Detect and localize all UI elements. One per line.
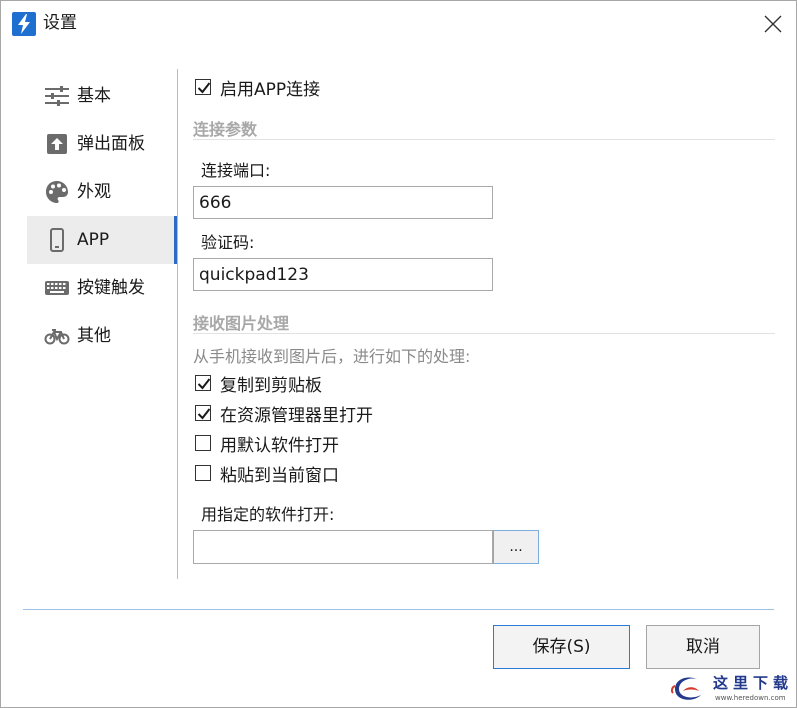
arrow-up-box-icon bbox=[47, 134, 67, 154]
specified-software-label: 用指定的软件打开: bbox=[201, 505, 335, 524]
watermark-url: www.heredown.com bbox=[715, 694, 786, 702]
footer-divider bbox=[23, 609, 774, 610]
checkmark-icon bbox=[197, 82, 211, 94]
sidebar-item-basic[interactable]: 基本 bbox=[27, 72, 177, 120]
watermark-text: 这里下载 bbox=[713, 674, 794, 692]
bicycle-icon bbox=[44, 329, 70, 345]
sidebar-item-label: APP bbox=[77, 230, 110, 250]
app-settings-panel: 启用APP连接 连接参数 连接端口: 验证码: 接收图片处理 从手机接收到图片后… bbox=[193, 1, 783, 601]
sidebar-item-appearance[interactable]: 外观 bbox=[27, 168, 177, 216]
lightning-app-icon bbox=[12, 12, 36, 36]
checkmark-icon bbox=[197, 378, 211, 390]
sidebar-divider bbox=[177, 69, 178, 579]
sidebar-item-label: 基本 bbox=[77, 86, 111, 106]
port-label: 连接端口: bbox=[201, 161, 271, 180]
sliders-icon bbox=[45, 86, 69, 106]
watermark-logo-icon bbox=[670, 677, 701, 700]
checkmark-icon bbox=[197, 408, 211, 420]
window-title: 设置 bbox=[43, 13, 77, 33]
image-processing-hint: 从手机接收到图片后，进行如下的处理: bbox=[193, 347, 471, 366]
verification-code-label: 验证码: bbox=[201, 233, 255, 252]
enable-app-connection-checkbox[interactable]: 启用APP连接 bbox=[193, 75, 321, 100]
open-with-default-software-checkbox[interactable]: 用默认软件打开 bbox=[193, 431, 339, 456]
copy-to-clipboard-checkbox[interactable]: 复制到剪贴板 bbox=[193, 371, 322, 396]
settings-sidebar: 基本 弹出面板 外观 APP 按键触发 其他 bbox=[27, 72, 177, 360]
sidebar-item-popup-panel[interactable]: 弹出面板 bbox=[27, 120, 177, 168]
section-title-connection: 连接参数 bbox=[193, 120, 258, 139]
phone-icon bbox=[50, 228, 64, 252]
sidebar-item-label: 外观 bbox=[77, 182, 111, 202]
sidebar-item-app[interactable]: APP bbox=[27, 216, 177, 264]
section-title-image-processing: 接收图片处理 bbox=[193, 314, 290, 333]
checkbox-box[interactable] bbox=[195, 435, 211, 451]
keyboard-icon bbox=[45, 281, 69, 295]
settings-window: 设置 基本 弹出面板 外观 APP 按键触发 其他 启用APP连接 连接参数 连… bbox=[0, 0, 797, 708]
checkbox-box[interactable] bbox=[195, 405, 211, 421]
checkbox-label: 复制到剪贴板 bbox=[220, 375, 322, 396]
checkbox-box[interactable] bbox=[195, 79, 211, 95]
sidebar-item-label: 弹出面板 bbox=[77, 134, 145, 154]
cancel-button[interactable]: 取消 bbox=[646, 625, 760, 669]
sidebar-item-label: 其他 bbox=[77, 326, 111, 346]
section-divider bbox=[193, 139, 775, 140]
section-divider bbox=[193, 333, 775, 334]
sidebar-item-key-trigger[interactable]: 按键触发 bbox=[27, 264, 177, 312]
checkbox-label: 用默认软件打开 bbox=[220, 435, 339, 456]
checkbox-label: 粘贴到当前窗口 bbox=[220, 465, 339, 486]
palette-icon bbox=[46, 181, 68, 203]
checkbox-label: 启用APP连接 bbox=[220, 79, 321, 100]
port-input[interactable] bbox=[193, 186, 493, 219]
sidebar-item-other[interactable]: 其他 bbox=[27, 312, 177, 360]
sidebar-item-label: 按键触发 bbox=[77, 278, 145, 298]
browse-button[interactable]: ... bbox=[493, 530, 539, 564]
checkbox-box[interactable] bbox=[195, 465, 211, 481]
checkbox-label: 在资源管理器里打开 bbox=[220, 405, 373, 426]
verification-code-input[interactable] bbox=[193, 258, 493, 291]
site-watermark: 这里下载 www.heredown.com bbox=[669, 669, 794, 707]
save-button[interactable]: 保存(S) bbox=[493, 625, 630, 669]
software-path-input[interactable] bbox=[193, 530, 493, 564]
checkbox-box[interactable] bbox=[195, 375, 211, 391]
open-in-explorer-checkbox[interactable]: 在资源管理器里打开 bbox=[193, 401, 373, 426]
paste-to-current-window-checkbox[interactable]: 粘贴到当前窗口 bbox=[193, 461, 339, 486]
